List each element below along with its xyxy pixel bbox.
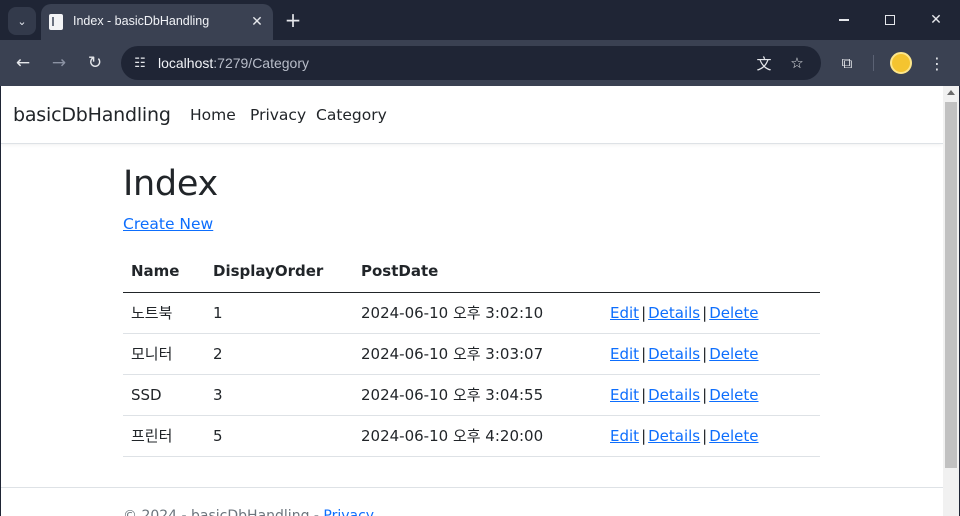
scroll-thumb[interactable] — [945, 102, 957, 468]
url-text[interactable]: localhost:7279/Category — [158, 55, 309, 71]
site-footer: © 2024 - basicDbHandling - Privacy — [1, 487, 943, 516]
details-link[interactable]: Details — [648, 386, 700, 404]
cell-actions: Edit | Details | Delete — [602, 333, 820, 375]
delete-link[interactable]: Delete — [709, 386, 758, 404]
cell-post-date: 2024-06-10 오후 3:02:10 — [353, 292, 602, 334]
cell-name: 모니터 — [123, 333, 205, 375]
browser-toolbar: ← → ↻ ☷ localhost:7279/Category 文 ☆ ⧉ ⋮ — [0, 40, 960, 86]
edit-link[interactable]: Edit — [610, 304, 639, 322]
table-row: 노트북 1 2024-06-10 오후 3:02:10 Edit | Details… — [123, 292, 820, 334]
table-row: SSD 3 2024-06-10 오후 3:04:55 Edit | Details… — [123, 374, 820, 416]
site-info-icon[interactable]: ☷ — [129, 52, 151, 74]
vertical-scrollbar[interactable] — [943, 86, 959, 516]
page-viewport: basicDbHandling Home Privacy Category In… — [1, 86, 959, 516]
plus-icon[interactable]: + — [281, 8, 305, 32]
avatar[interactable] — [890, 52, 912, 74]
back-arrow-icon[interactable]: ← — [10, 50, 36, 76]
cell-post-date: 2024-06-10 오후 3:03:07 — [353, 333, 602, 375]
star-icon[interactable]: ☆ — [786, 52, 808, 74]
cell-display-order: 5 — [205, 415, 353, 457]
url-path: :7279/Category — [213, 55, 309, 71]
scroll-up-arrow-icon[interactable] — [947, 90, 955, 95]
kebab-menu-icon[interactable]: ⋮ — [926, 52, 948, 74]
header-display-order: DisplayOrder — [205, 251, 353, 293]
separator: | — [641, 426, 647, 445]
cell-post-date: 2024-06-10 오후 4:20:00 — [353, 415, 602, 457]
toolbar-divider — [873, 55, 874, 71]
active-tab[interactable]: Index - basicDbHandling ✕ — [41, 4, 273, 40]
cell-display-order: 1 — [205, 292, 353, 334]
edit-link[interactable]: Edit — [610, 427, 639, 445]
close-icon[interactable]: ✕ — [247, 12, 267, 32]
separator: | — [641, 344, 647, 363]
separator: | — [641, 303, 647, 322]
site-navbar: basicDbHandling Home Privacy Category — [1, 86, 943, 144]
cell-post-date: 2024-06-10 오후 3:04:55 — [353, 374, 602, 416]
edit-link[interactable]: Edit — [610, 345, 639, 363]
nav-category[interactable]: Category — [316, 106, 387, 124]
cell-actions: Edit | Details | Delete — [602, 374, 820, 416]
nav-home[interactable]: Home — [190, 106, 236, 124]
details-link[interactable]: Details — [648, 304, 700, 322]
create-new-link[interactable]: Create New — [123, 215, 213, 233]
details-link[interactable]: Details — [648, 427, 700, 445]
cell-name: 프린터 — [123, 415, 205, 457]
table-header-row: Name DisplayOrder PostDate — [123, 251, 820, 293]
header-post-date: PostDate — [353, 251, 602, 293]
url-host: localhost — [158, 55, 214, 71]
separator: | — [702, 385, 708, 404]
cell-name: 노트북 — [123, 292, 205, 334]
document-icon — [49, 14, 63, 30]
details-link[interactable]: Details — [648, 345, 700, 363]
delete-link[interactable]: Delete — [709, 345, 758, 363]
reload-icon[interactable]: ↻ — [82, 50, 108, 76]
forward-arrow-icon[interactable]: → — [46, 50, 72, 76]
delete-link[interactable]: Delete — [709, 427, 758, 445]
nav-privacy[interactable]: Privacy — [250, 106, 306, 124]
header-actions — [602, 251, 820, 293]
brand-link[interactable]: basicDbHandling — [13, 104, 171, 126]
delete-link[interactable]: Delete — [709, 304, 758, 322]
footer-copyright: © 2024 - basicDbHandling - — [123, 508, 324, 516]
separator: | — [702, 426, 708, 445]
category-table: Name DisplayOrder PostDate 노트북 1 2024-06… — [123, 251, 820, 457]
tab-search-icon[interactable]: ⌄ — [8, 7, 36, 35]
address-bar[interactable]: ☷ localhost:7279/Category 文 ☆ — [121, 46, 821, 80]
cell-display-order: 2 — [205, 333, 353, 375]
tab-strip: ⌄ Index - basicDbHandling ✕ + ✕ — [0, 0, 960, 40]
minimize-icon[interactable] — [821, 5, 867, 35]
tab-title: Index - basicDbHandling — [73, 14, 210, 28]
translate-icon[interactable]: 文 — [753, 52, 775, 74]
edit-link[interactable]: Edit — [610, 386, 639, 404]
maximize-icon[interactable] — [867, 5, 913, 35]
cell-name: SSD — [123, 374, 205, 416]
table-row: 프린터 5 2024-06-10 오후 4:20:00 Edit | Details… — [123, 415, 820, 457]
table-row: 모니터 2 2024-06-10 오후 3:03:07 Edit | Details… — [123, 333, 820, 375]
separator: | — [702, 344, 708, 363]
cell-actions: Edit | Details | Delete — [602, 415, 820, 457]
header-name: Name — [123, 251, 205, 293]
cell-display-order: 3 — [205, 374, 353, 416]
separator: | — [641, 385, 647, 404]
browser-window: ⌄ Index - basicDbHandling ✕ + ✕ ← → ↻ ☷ … — [0, 0, 960, 516]
footer-text: © 2024 - basicDbHandling - Privacy — [123, 508, 374, 516]
cell-actions: Edit | Details | Delete — [602, 292, 820, 334]
extensions-icon[interactable]: ⧉ — [836, 52, 858, 74]
footer-privacy-link[interactable]: Privacy — [323, 508, 374, 516]
separator: | — [702, 303, 708, 322]
close-window-icon[interactable]: ✕ — [913, 5, 959, 35]
page-title: Index — [123, 164, 218, 204]
